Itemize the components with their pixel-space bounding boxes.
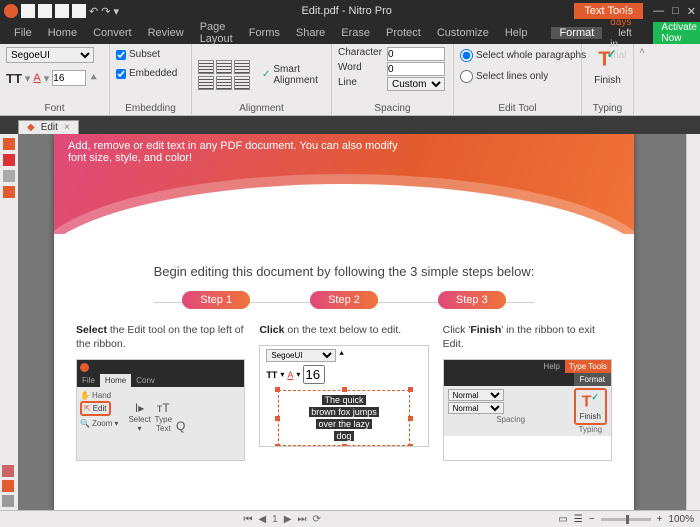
nav-prev-icon[interactable]: ◀ — [258, 514, 266, 525]
col3-text: Click 'Finish' in the ribbon to exit Edi… — [443, 323, 612, 351]
font-size-input[interactable] — [52, 70, 86, 86]
sidebar-comments-icon[interactable] — [2, 465, 14, 477]
zoom-out-button[interactable]: − — [589, 514, 595, 525]
group-label-alignment: Alignment — [198, 102, 325, 114]
nav-last-icon[interactable]: ⏭ — [297, 514, 306, 525]
nav-refresh-icon[interactable]: ⟳ — [312, 514, 320, 525]
alignment-buttons[interactable] — [198, 60, 250, 90]
subset-checkbox[interactable]: Subset — [116, 49, 160, 60]
menu-customize[interactable]: Customize — [429, 27, 497, 39]
thumb-finish: Help Type Tools Format Normal Normal Spa… — [443, 359, 612, 461]
nav-next-icon[interactable]: ▶ — [284, 514, 292, 525]
sidebar-bookmarks-icon[interactable] — [3, 154, 15, 166]
col2-text: Click on the text below to edit. — [259, 323, 428, 337]
group-label-embedding: Embedding — [116, 102, 185, 114]
menu-file[interactable]: File — [6, 27, 40, 39]
group-label-typing: Typing — [588, 102, 627, 114]
ribbon: SegoeUI TT▾ A▾ ⯅ Font Subset Embedded Em… — [0, 44, 700, 116]
finish-button[interactable]: Finish — [594, 75, 621, 86]
view-single-icon[interactable]: ▭ — [558, 514, 567, 525]
zoom-slider[interactable] — [601, 518, 651, 521]
titlebar: ↶ ↷ ▾ Edit.pdf - Nitro Pro Text Tools — … — [0, 0, 700, 22]
doc-tab-icon: ◆ — [27, 122, 35, 133]
group-label-font: Font — [6, 102, 103, 114]
thumb-edit-highlight: ⇱Edit — [80, 401, 111, 416]
view-continuous-icon[interactable]: ☰ — [574, 514, 583, 525]
font-family-select[interactable]: SegoeUI — [6, 47, 94, 63]
nav-page-number[interactable]: 1 — [272, 514, 278, 525]
group-label-edittool: Edit Tool — [460, 102, 575, 114]
sidebar-more-icon[interactable] — [2, 495, 14, 507]
qat-print-icon[interactable] — [72, 4, 86, 18]
menu-forms[interactable]: Forms — [241, 27, 288, 39]
spacing-word-label: Word — [338, 62, 386, 76]
spacing-character-label: Character — [338, 47, 386, 61]
zoom-in-button[interactable]: + — [657, 514, 663, 525]
doc-tab-close-icon[interactable]: × — [64, 122, 70, 133]
qat-undo-icon[interactable]: ↶ — [89, 5, 98, 18]
menu-convert[interactable]: Convert — [85, 27, 140, 39]
hero-banner: Add, remove or edit text in any PDF docu… — [54, 134, 634, 234]
sidebar-pages-icon[interactable] — [3, 138, 15, 150]
qat-new-icon[interactable] — [21, 4, 35, 18]
whole-paragraphs-radio[interactable]: Select whole paragraphs — [460, 49, 586, 62]
app-logo — [4, 4, 18, 18]
thumb-finish-highlight: T✓ Finish — [574, 388, 607, 424]
collapse-ribbon-icon[interactable]: ˄ — [634, 44, 650, 115]
doc-tab-label: Edit — [41, 122, 58, 133]
col1-text: Select the Edit tool on the top left of … — [76, 323, 245, 351]
qat-open-icon[interactable] — [38, 4, 52, 18]
thumb-edit-text: SegoeUI ⯅ TT▾ A▾ — [259, 345, 428, 447]
spacing-line-label: Line — [338, 77, 386, 91]
thumb-select-edit: File Home Conv ✋Hand ⇱Edit 🔍Zoom ▾ — [76, 359, 245, 461]
pdf-page: Add, remove or edit text in any PDF docu… — [54, 134, 634, 510]
qat-save-icon[interactable] — [55, 4, 69, 18]
activate-button[interactable]: Activate Now — [653, 22, 700, 44]
statusbar: ⏮ ◀ 1 ▶ ⏭ ⟳ ▭ ☰ − + 100% — [0, 510, 700, 527]
menu-erase[interactable]: Erase — [333, 27, 378, 39]
menu-pagelayout[interactable]: Page Layout — [192, 21, 241, 45]
menu-review[interactable]: Review — [140, 27, 192, 39]
menubar: File Home Convert Review Page Layout For… — [0, 22, 700, 44]
spacing-word-input[interactable] — [387, 62, 445, 76]
begin-heading: Begin editing this document by following… — [54, 264, 634, 279]
spacing-character-input[interactable] — [387, 47, 445, 61]
menu-home[interactable]: Home — [40, 27, 85, 39]
document-tabs: ◆ Edit × — [0, 116, 700, 134]
menu-protect[interactable]: Protect — [378, 27, 429, 39]
step2-pill: Step 2 — [310, 291, 378, 309]
window-title: Edit.pdf - Nitro Pro — [119, 5, 574, 17]
smart-alignment-toggle[interactable]: ✓Smart Alignment — [262, 64, 325, 86]
document-tab[interactable]: ◆ Edit × — [18, 120, 79, 134]
menu-format[interactable]: Format — [551, 27, 602, 39]
finish-icon[interactable]: T✓ — [594, 47, 622, 71]
nav-first-icon[interactable]: ⏮ — [243, 514, 252, 525]
hero-line2: font size, style, and color! — [68, 152, 620, 164]
sidebar-attachments-icon[interactable] — [3, 186, 15, 198]
step3-pill: Step 3 — [438, 291, 506, 309]
zoom-value[interactable]: 100% — [668, 514, 694, 525]
font-size-stepper[interactable]: ⯅ — [89, 72, 98, 85]
step1-pill: Step 1 — [182, 291, 250, 309]
sidebar-sign-icon[interactable] — [2, 480, 14, 492]
menu-help[interactable]: Help — [497, 27, 536, 39]
vertical-scrollbar[interactable] — [686, 134, 700, 510]
lines-only-radio[interactable]: Select lines only — [460, 70, 548, 83]
hero-line1: Add, remove or edit text in any PDF docu… — [68, 140, 620, 152]
qat-redo-icon[interactable]: ↷ — [101, 5, 110, 18]
sidebar-layers-icon[interactable] — [3, 170, 15, 182]
left-sidebar — [0, 134, 18, 510]
group-label-spacing: Spacing — [338, 102, 447, 114]
spacing-line-select[interactable]: Custom — [387, 77, 445, 91]
embedded-checkbox[interactable]: Embedded — [116, 68, 177, 79]
text-case-icon[interactable]: TT — [6, 71, 22, 86]
document-canvas[interactable]: Add, remove or edit text in any PDF docu… — [18, 134, 686, 510]
font-color-icon[interactable]: A — [33, 72, 40, 84]
menu-share[interactable]: Share — [288, 27, 333, 39]
